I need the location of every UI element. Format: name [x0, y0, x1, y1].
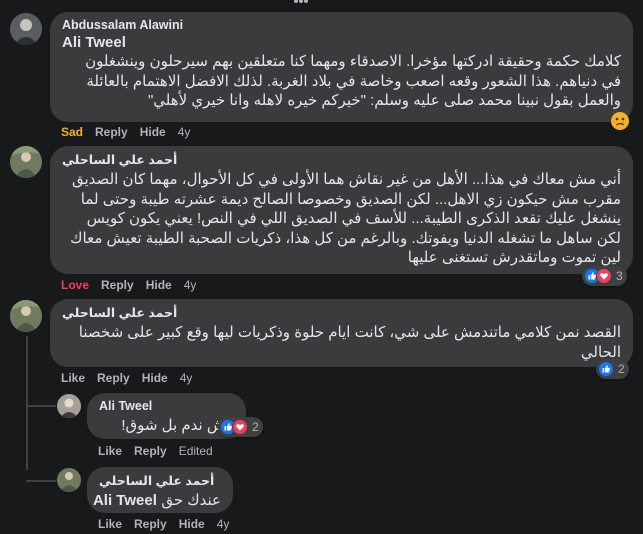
like-reaction-icon [598, 361, 614, 377]
mention-link[interactable]: Ali Tweel [93, 492, 157, 509]
comment-text: القصد نمن كلامي ماتندمش على شي، كانت ايا… [78, 324, 621, 361]
comment-actions: Like Reply Hide 4y [98, 517, 229, 531]
reply-button[interactable]: Reply [95, 125, 128, 139]
reaction-summary[interactable] [609, 111, 631, 131]
avatar[interactable] [10, 146, 42, 178]
more-options-icon[interactable] [292, 0, 310, 4]
thread-line [26, 405, 56, 407]
love-reaction-button[interactable]: Love [61, 278, 89, 292]
thread-line [26, 480, 56, 482]
like-button[interactable]: Like [61, 371, 85, 385]
avatar[interactable] [10, 300, 42, 332]
comment-bubble: Abdussalam Alawini Ali Tweel كلامك حكمة … [50, 12, 633, 122]
sad-reaction-icon [611, 112, 629, 130]
reaction-count: 3 [616, 269, 623, 283]
comment-actions: Like Reply Edited [98, 444, 213, 458]
thread-line [26, 336, 28, 470]
hide-button[interactable]: Hide [179, 517, 205, 531]
reaction-summary[interactable]: 2 [218, 417, 263, 437]
reply-button[interactable]: Reply [97, 371, 130, 385]
comment-author[interactable]: أحمد علي الساحلي [62, 305, 621, 320]
comment-author[interactable]: أحمد علي الساحلي [62, 152, 621, 167]
comment-actions: Love Reply Hide 4y [61, 278, 196, 292]
love-reaction-icon [232, 419, 248, 435]
comment-actions: Sad Reply Hide 4y [61, 125, 190, 139]
like-button[interactable]: Like [98, 517, 122, 531]
like-button[interactable]: Like [98, 444, 122, 458]
comment-author[interactable]: Ali Tweel [99, 399, 234, 413]
comment-text: مش ندم بل شوق! [121, 417, 234, 434]
reaction-count: 2 [252, 420, 259, 434]
reaction-summary[interactable]: 3 [582, 266, 627, 286]
hide-button[interactable]: Hide [140, 125, 166, 139]
reaction-summary[interactable]: 2 [596, 359, 629, 379]
reply-content: عندك حق Ali Tweel [93, 491, 221, 511]
comment-actions: Like Reply Hide 4y [61, 371, 192, 385]
comment-author[interactable]: أحمد علي الساحلي [99, 473, 221, 488]
reply-button[interactable]: Reply [101, 278, 134, 292]
comment-text: أني مش معاك في هذا... الأهل من غير نقاش … [70, 171, 621, 266]
avatar[interactable] [57, 468, 81, 492]
comment-timestamp[interactable]: 4y [184, 278, 197, 292]
comment-text: عندك حق [161, 492, 221, 509]
reply-bubble: أحمد علي الساحلي عندك حق Ali Tweel [87, 467, 233, 513]
sad-reaction-button[interactable]: Sad [61, 125, 83, 139]
comment-timestamp[interactable]: 4y [180, 371, 193, 385]
comment-timestamp[interactable]: 4y [178, 125, 191, 139]
reply-button[interactable]: Reply [134, 517, 167, 531]
hide-button[interactable]: Hide [142, 371, 168, 385]
reply-button[interactable]: Reply [134, 444, 167, 458]
comment-bubble: أحمد علي الساحلي القصد نمن كلامي ماتندمش… [50, 299, 633, 367]
comment-timestamp[interactable]: 4y [217, 517, 230, 531]
edited-label[interactable]: Edited [179, 444, 213, 458]
love-reaction-icon [596, 268, 612, 284]
comment-bubble: أحمد علي الساحلي أني مش معاك في هذا... ا… [50, 146, 633, 274]
comment-text: كلامك حكمة وحقيقة ادركتها مؤخرا. الاصدقا… [85, 53, 621, 109]
hide-button[interactable]: Hide [146, 278, 172, 292]
avatar[interactable] [10, 13, 42, 45]
reaction-count: 2 [618, 362, 625, 376]
avatar[interactable] [57, 394, 81, 418]
mention-link[interactable]: Ali Tweel [62, 34, 621, 51]
comment-author[interactable]: Abdussalam Alawini [62, 18, 621, 32]
